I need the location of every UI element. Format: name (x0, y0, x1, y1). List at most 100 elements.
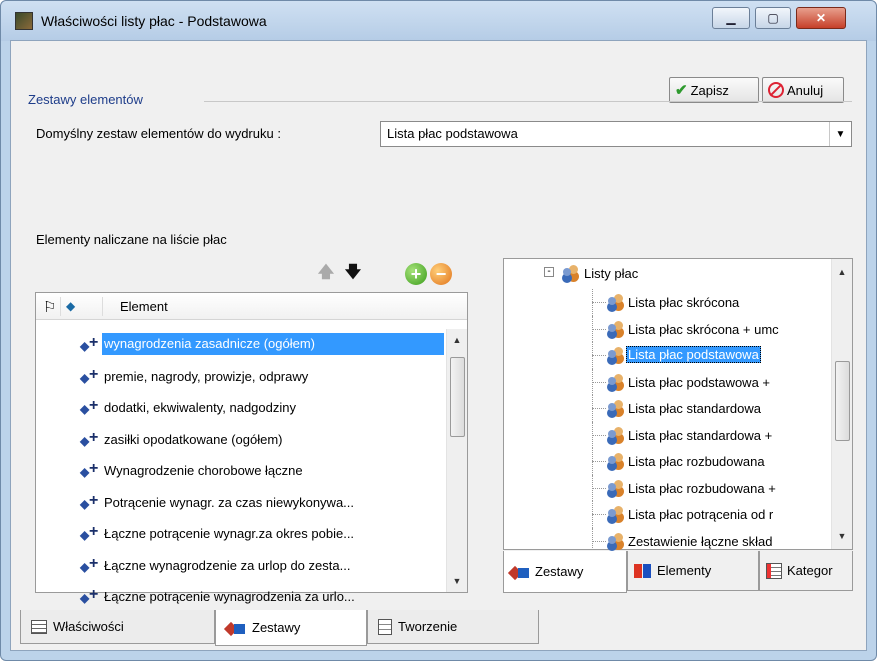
scroll-up-icon[interactable]: ▲ (832, 267, 852, 277)
close-button[interactable]: ✕ (796, 7, 846, 29)
tree-line (592, 487, 606, 489)
element-icon (80, 335, 100, 354)
tree-item[interactable]: Lista płac standardowa + (504, 421, 834, 448)
list-item[interactable]: zasiłki opodatkowane (ogółem) (36, 426, 446, 458)
sets-tree[interactable]: - Listy płac Lista płac skrócona Lista p… (503, 258, 853, 554)
minus-icon: − (430, 263, 452, 285)
tree-item-label: Lista płac potrącenia od r (628, 507, 774, 522)
list-item[interactable]: dodatki, ekwiwalenty, nadgodziny (36, 394, 446, 426)
tree-line (592, 434, 606, 436)
flag-icon[interactable]: ⚐ (43, 298, 56, 316)
tree-item[interactable]: Lista płac rozbudowana (504, 448, 834, 475)
add-element-button[interactable]: + (405, 263, 427, 285)
list-item-label: premie, nagrody, prowizje, odprawy (104, 368, 309, 384)
plus-icon: + (405, 263, 427, 285)
element-icon (80, 556, 100, 575)
tree-line (592, 328, 606, 330)
tree-item-label: Lista płac rozbudowana (628, 454, 765, 469)
element-icon (80, 493, 100, 512)
window-title: Właściwości listy płac - Podstawowa (41, 13, 267, 29)
tree-item-label: Lista płac rozbudowana + (628, 480, 776, 496)
app-icon (15, 12, 33, 30)
list-item-label: Łączne potrącenie wynagr.za okres pobie.… (104, 526, 355, 541)
default-set-label: Domyślny zestaw elementów do wydruku : (36, 126, 281, 141)
scrollbar-thumb[interactable] (835, 361, 850, 441)
list-item[interactable]: premie, nagrody, prowizje, odprawy (36, 363, 446, 395)
tree-tabs: Zestawy Elementy Kategor (503, 551, 853, 593)
list-item-label: dodatki, ekwiwalenty, nadgodziny (104, 400, 296, 415)
list-item[interactable]: Łączne potrącenie wynagr.za okres pobie.… (36, 520, 446, 552)
check-icon: ✔ (675, 82, 688, 99)
scroll-down-icon[interactable]: ▼ (832, 531, 852, 541)
properties-icon (31, 619, 47, 634)
chevron-down-icon[interactable]: ▼ (829, 122, 851, 146)
list-item[interactable]: wynagrodzenia zasadnicze (ogółem) (36, 331, 446, 363)
default-set-select[interactable]: Lista płac podstawowa ▼ (380, 121, 852, 147)
elements-list[interactable]: ⚐ ◆ Element wynagrodzenia zasadnicze (og… (35, 292, 468, 606)
tree-item-label: Lista płac skrócona (628, 295, 740, 310)
collapse-icon[interactable]: - (544, 267, 554, 277)
document-icon (378, 618, 392, 635)
element-rows: wynagrodzenia zasadnicze (ogółem) premie… (36, 331, 446, 615)
users-icon (562, 265, 580, 281)
move-down-button[interactable]: 🡇 (342, 263, 364, 285)
title-bar[interactable]: Właściwości listy płac - Podstawowa ▁ ▢ … (1, 1, 876, 41)
tree-item-label: Lista płac skrócona + umc (628, 321, 779, 337)
tree-item[interactable]: Lista płac standardowa (504, 395, 834, 422)
tab-elementy[interactable]: Elementy (627, 551, 759, 591)
list-item[interactable]: Potrącenie wynagr. za czas niewykonywa..… (36, 489, 446, 521)
remove-element-button[interactable]: − (430, 263, 452, 285)
save-button[interactable]: ✔ Zapisz (669, 77, 759, 103)
sets-icon (510, 564, 530, 580)
tab-label: Zestawy (252, 620, 301, 635)
tab-tworzenie[interactable]: Tworzenie (367, 610, 539, 644)
header-divider (60, 297, 61, 316)
tab-zestawy[interactable]: Zestawy (503, 551, 627, 593)
element-icon (80, 367, 100, 386)
diamond-icon[interactable]: ◆ (66, 299, 75, 313)
tree-item-label: Lista płac standardowa + (628, 427, 773, 443)
tree-item[interactable]: Lista płac skrócona + umc (504, 315, 834, 342)
tab-zestawy-main[interactable]: Zestawy (215, 610, 367, 646)
users-icon (607, 426, 625, 443)
list-item-label: Łączne potrącenie wynagrodzenia za urlo.… (104, 589, 355, 604)
cancel-button[interactable]: Anuluj (762, 77, 844, 103)
tree-item-label: Zestawienie łączne skład (628, 533, 773, 549)
scroll-up-icon[interactable]: ▲ (447, 335, 467, 345)
list-header: ⚐ ◆ Element (36, 293, 467, 320)
tree-scrollbar[interactable]: ▲ ▼ (831, 259, 852, 549)
element-icon (80, 524, 100, 543)
list-item[interactable]: Wynagrodzenie chorobowe łączne (36, 457, 446, 489)
group-title: Zestawy elementów (28, 92, 143, 107)
tree-item-label: Lista płac podstawowa + (628, 374, 771, 390)
elements-icon (634, 563, 652, 579)
users-icon (607, 506, 625, 522)
users-icon (607, 400, 625, 416)
tree-item-label: Lista płac podstawowa (626, 346, 761, 363)
move-up-button[interactable]: 🡅 (315, 263, 337, 285)
scroll-down-icon[interactable]: ▼ (447, 576, 467, 586)
save-button-label: Zapisz (690, 82, 729, 98)
tab-kategorie[interactable]: Kategor (759, 551, 853, 591)
tree-item[interactable]: Lista płac rozbudowana + (504, 474, 834, 501)
maximize-button[interactable]: ▢ (755, 7, 791, 29)
list-item[interactable]: Łączne wynagrodzenie za urlop do zesta..… (36, 552, 446, 584)
tree-item[interactable]: Lista płac skrócona (504, 289, 834, 316)
users-icon (607, 479, 625, 496)
tree-root-label[interactable]: Listy płac (584, 266, 638, 281)
list-item-label: Wynagrodzenie chorobowe łączne (104, 463, 303, 478)
tree-line (592, 540, 606, 542)
users-icon (607, 532, 625, 549)
tab-wlasciwosci[interactable]: Właściwości (20, 610, 215, 644)
element-column-header[interactable]: Element (120, 299, 168, 314)
scrollbar-thumb[interactable] (450, 357, 465, 437)
tree-item[interactable]: Lista płac potrącenia od r (504, 501, 834, 528)
list-item-label: Potrącenie wynagr. za czas niewykonywa..… (104, 494, 355, 510)
tab-label: Właściwości (53, 619, 124, 634)
tree-item[interactable]: Lista płac podstawowa (504, 342, 834, 369)
tree-item[interactable]: Lista płac podstawowa + (504, 368, 834, 395)
minimize-button[interactable]: ▁ (712, 7, 750, 29)
elements-scrollbar[interactable]: ▲ ▼ (446, 329, 467, 592)
cancel-icon (768, 82, 784, 98)
categories-icon (766, 562, 782, 579)
